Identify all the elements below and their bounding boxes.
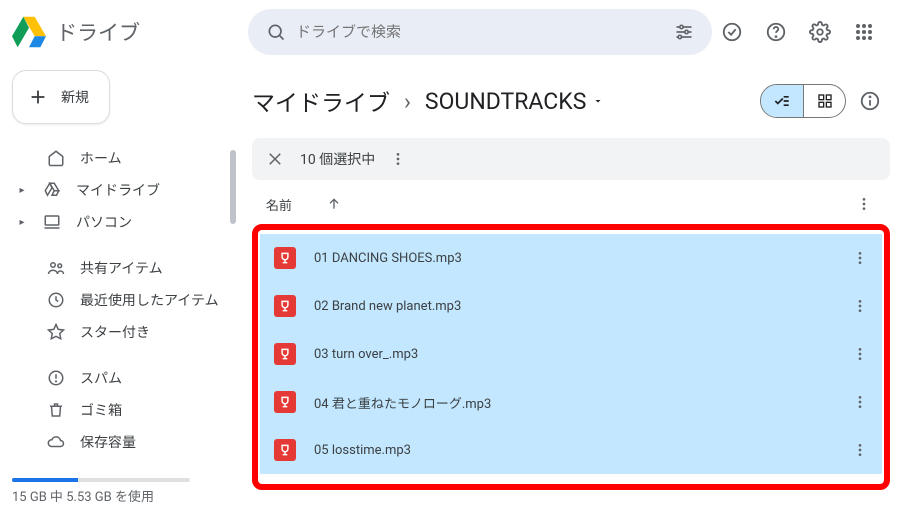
settings-icon[interactable] bbox=[800, 12, 840, 52]
computer-icon bbox=[42, 213, 62, 231]
nav-home[interactable]: ホーム bbox=[12, 142, 226, 174]
file-name: 04 君と重ねたモノローグ.mp3 bbox=[314, 393, 491, 412]
nav-label: マイドライブ bbox=[76, 180, 160, 200]
expand-icon[interactable]: ▸ bbox=[16, 217, 28, 228]
nav: ホーム ▸ マイドライブ ▸ パソコン 共有アイテム 最近使用したアイ bbox=[12, 142, 226, 458]
details-icon[interactable] bbox=[850, 81, 890, 121]
nav-storage[interactable]: 保存容量 bbox=[12, 426, 226, 458]
view-toggle bbox=[760, 84, 846, 118]
nav-label: パソコン bbox=[76, 212, 132, 232]
breadcrumb-current[interactable]: SOUNDTRACKS bbox=[425, 88, 604, 115]
nav-label: ホーム bbox=[80, 148, 122, 168]
file-row[interactable]: 02 Brand new planet.mp3 bbox=[260, 282, 882, 330]
sidebar: 新規 ホーム ▸ マイドライブ ▸ パソコン 共有アイテム bbox=[0, 64, 236, 506]
search-input[interactable] bbox=[296, 23, 664, 41]
clock-icon bbox=[46, 291, 66, 309]
expand-icon[interactable]: ▸ bbox=[16, 185, 28, 196]
main-content: マイドライブ › SOUNDTRACKS bbox=[236, 64, 900, 506]
storage-bar bbox=[12, 478, 190, 482]
selection-more-icon[interactable] bbox=[383, 139, 413, 179]
clear-selection-button[interactable] bbox=[258, 142, 292, 176]
star-icon bbox=[46, 323, 66, 341]
brand[interactable]: ドライブ bbox=[12, 15, 248, 49]
breadcrumb-folder-name: SOUNDTRACKS bbox=[425, 88, 586, 115]
audio-file-icon bbox=[274, 295, 296, 317]
storage-fill bbox=[12, 478, 78, 482]
file-name: 02 Brand new planet.mp3 bbox=[314, 299, 461, 314]
file-name: 05 losstime.mp3 bbox=[314, 443, 411, 458]
close-icon bbox=[266, 150, 284, 168]
nav-label: 共有アイテム bbox=[80, 258, 163, 278]
breadcrumb: マイドライブ › SOUNDTRACKS bbox=[252, 84, 604, 118]
nav-starred[interactable]: スター付き bbox=[12, 316, 226, 348]
brand-title: ドライブ bbox=[56, 17, 140, 47]
title-bar: マイドライブ › SOUNDTRACKS bbox=[252, 64, 890, 138]
sort-asc-icon[interactable] bbox=[326, 196, 342, 212]
mydrive-icon bbox=[42, 181, 62, 199]
file-row[interactable]: 05 losstime.mp3 bbox=[260, 426, 882, 474]
selection-bar: 10 個選択中 bbox=[252, 138, 890, 180]
file-list-highlight: 01 DANCING SHOES.mp3 02 Brand new planet… bbox=[252, 224, 890, 490]
file-more-icon[interactable] bbox=[852, 442, 868, 458]
search-bar[interactable] bbox=[248, 9, 712, 55]
column-name[interactable]: 名前 bbox=[266, 195, 292, 214]
apps-icon[interactable] bbox=[844, 12, 884, 52]
trash-icon bbox=[46, 401, 66, 419]
header: ドライブ bbox=[0, 0, 900, 64]
nav-label: スター付き bbox=[80, 322, 150, 342]
grid-view-button[interactable] bbox=[803, 85, 845, 117]
storage-meter: 15 GB 中 5.53 GB を使用 bbox=[12, 478, 226, 505]
storage-text: 15 GB 中 5.53 GB を使用 bbox=[12, 486, 226, 505]
more-vert-icon bbox=[390, 151, 406, 167]
nav-mydrive[interactable]: ▸ マイドライブ bbox=[12, 174, 226, 206]
nav-trash[interactable]: ゴミ箱 bbox=[12, 394, 226, 426]
selection-text: 10 個選択中 bbox=[300, 149, 375, 169]
audio-file-icon bbox=[274, 247, 296, 269]
file-more-icon[interactable] bbox=[852, 250, 868, 266]
dropdown-caret-icon bbox=[592, 95, 604, 107]
new-button-label: 新規 bbox=[61, 87, 89, 107]
file-row[interactable]: 01 DANCING SHOES.mp3 bbox=[260, 234, 882, 282]
nav-label: ゴミ箱 bbox=[80, 400, 122, 420]
list-view-button[interactable] bbox=[761, 85, 803, 117]
file-name: 03 turn over_.mp3 bbox=[314, 347, 418, 362]
file-more-icon[interactable] bbox=[852, 394, 868, 410]
nav-label: 保存容量 bbox=[80, 432, 136, 452]
search-options-icon[interactable] bbox=[664, 22, 704, 42]
nav-label: 最近使用したアイテム bbox=[80, 290, 219, 310]
nav-recent[interactable]: 最近使用したアイテム bbox=[12, 284, 226, 316]
file-more-icon[interactable] bbox=[852, 298, 868, 314]
cloud-icon bbox=[46, 433, 66, 451]
scrollbar-thumb[interactable] bbox=[230, 150, 236, 224]
home-icon bbox=[46, 149, 66, 167]
file-row[interactable]: 04 君と重ねたモノローグ.mp3 bbox=[260, 378, 882, 426]
file-name: 01 DANCING SHOES.mp3 bbox=[314, 251, 462, 266]
new-button[interactable]: 新規 bbox=[12, 70, 110, 124]
help-icon[interactable] bbox=[756, 12, 796, 52]
audio-file-icon bbox=[274, 343, 296, 365]
nav-computers[interactable]: ▸ パソコン bbox=[12, 206, 226, 238]
offline-ready-icon[interactable] bbox=[712, 12, 752, 52]
people-icon bbox=[46, 259, 66, 277]
breadcrumb-root[interactable]: マイドライブ bbox=[252, 84, 390, 118]
column-menu-icon[interactable] bbox=[856, 196, 872, 212]
nav-label: スパム bbox=[80, 368, 122, 388]
plus-icon bbox=[27, 86, 49, 108]
audio-file-icon bbox=[274, 439, 296, 461]
chevron-right-icon: › bbox=[404, 88, 411, 115]
nav-spam[interactable]: スパム bbox=[12, 362, 226, 394]
spam-icon bbox=[46, 369, 66, 387]
column-header: 名前 bbox=[252, 184, 890, 224]
drive-logo-icon bbox=[12, 15, 46, 49]
file-row[interactable]: 03 turn over_.mp3 bbox=[260, 330, 882, 378]
search-icon[interactable] bbox=[256, 22, 296, 42]
file-more-icon[interactable] bbox=[852, 346, 868, 362]
header-actions bbox=[712, 12, 888, 52]
audio-file-icon bbox=[274, 391, 296, 413]
nav-shared[interactable]: 共有アイテム bbox=[12, 252, 226, 284]
